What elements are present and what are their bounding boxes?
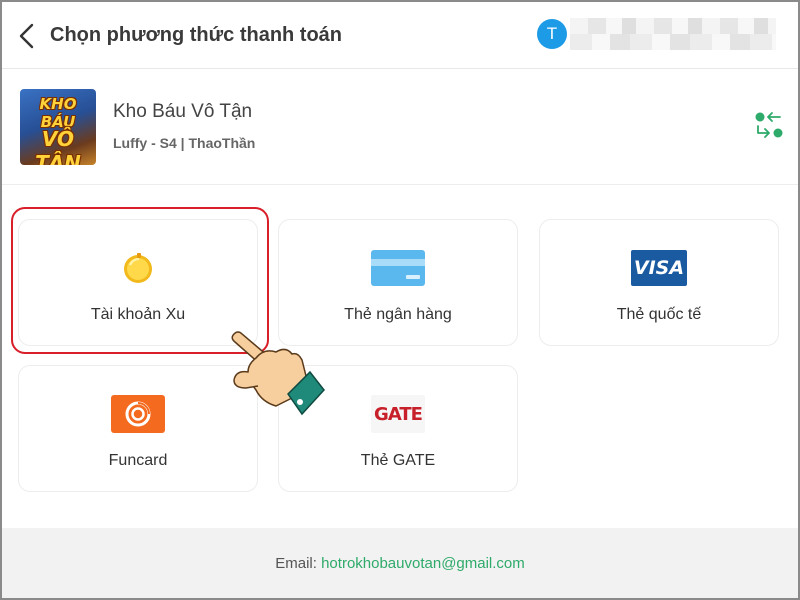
payment-option-label: Thẻ ngân hàng bbox=[344, 306, 452, 323]
coin-icon bbox=[124, 253, 152, 283]
funcard-icon bbox=[111, 395, 165, 433]
footer: Email: hotrokhobauvotan@gmail.com bbox=[2, 528, 798, 598]
game-logo: KHO BÁU VÔ TẬN bbox=[20, 89, 96, 165]
page-title: Chọn phương thức thanh toán bbox=[50, 24, 343, 46]
payment-option-funcard[interactable]: Funcard bbox=[18, 365, 258, 492]
footer-email-label: Email: bbox=[275, 555, 317, 572]
payment-option-label: Thẻ GATE bbox=[360, 452, 436, 469]
switch-account-button[interactable] bbox=[754, 110, 784, 140]
payment-option-label: Tài khoản Xu bbox=[90, 306, 186, 323]
visa-icon-text: VISA bbox=[633, 257, 685, 279]
pointing-hand-icon bbox=[231, 331, 325, 416]
payment-option-label: Thẻ quốc tế bbox=[616, 306, 702, 323]
gate-icon: GATE bbox=[371, 395, 425, 433]
payment-option-coin-account[interactable]: Tài khoản Xu bbox=[18, 219, 258, 346]
game-info: KHO BÁU VÔ TẬN Kho Báu Vô Tận Luffy - S4… bbox=[2, 70, 798, 185]
gate-icon-text: GATE bbox=[374, 403, 423, 425]
header: Chọn phương thức thanh toán T bbox=[2, 2, 798, 69]
bank-card-icon bbox=[371, 250, 425, 286]
payment-option-bank-card[interactable]: Thẻ ngân hàng bbox=[278, 219, 518, 346]
back-button[interactable] bbox=[16, 22, 38, 50]
game-logo-text-bottom: VÔ TẬN bbox=[35, 127, 81, 165]
game-name: Kho Báu Vô Tận bbox=[113, 101, 253, 122]
payment-option-label: Funcard bbox=[108, 452, 168, 469]
chevron-left-icon bbox=[19, 23, 34, 49]
game-server: Luffy - S4 | ThaoThần bbox=[113, 135, 256, 151]
visa-icon: VISA bbox=[631, 250, 687, 286]
footer-email-link[interactable]: hotrokhobauvotan@gmail.com bbox=[321, 555, 525, 572]
avatar[interactable]: T bbox=[537, 19, 567, 49]
game-logo-text-top: KHO BÁU bbox=[39, 95, 77, 131]
switch-icon bbox=[755, 112, 783, 138]
footer-contact: Email: hotrokhobauvotan@gmail.com bbox=[2, 555, 798, 572]
payment-option-international-card[interactable]: VISA Thẻ quốc tế bbox=[539, 219, 779, 346]
blurred-username bbox=[570, 18, 776, 50]
